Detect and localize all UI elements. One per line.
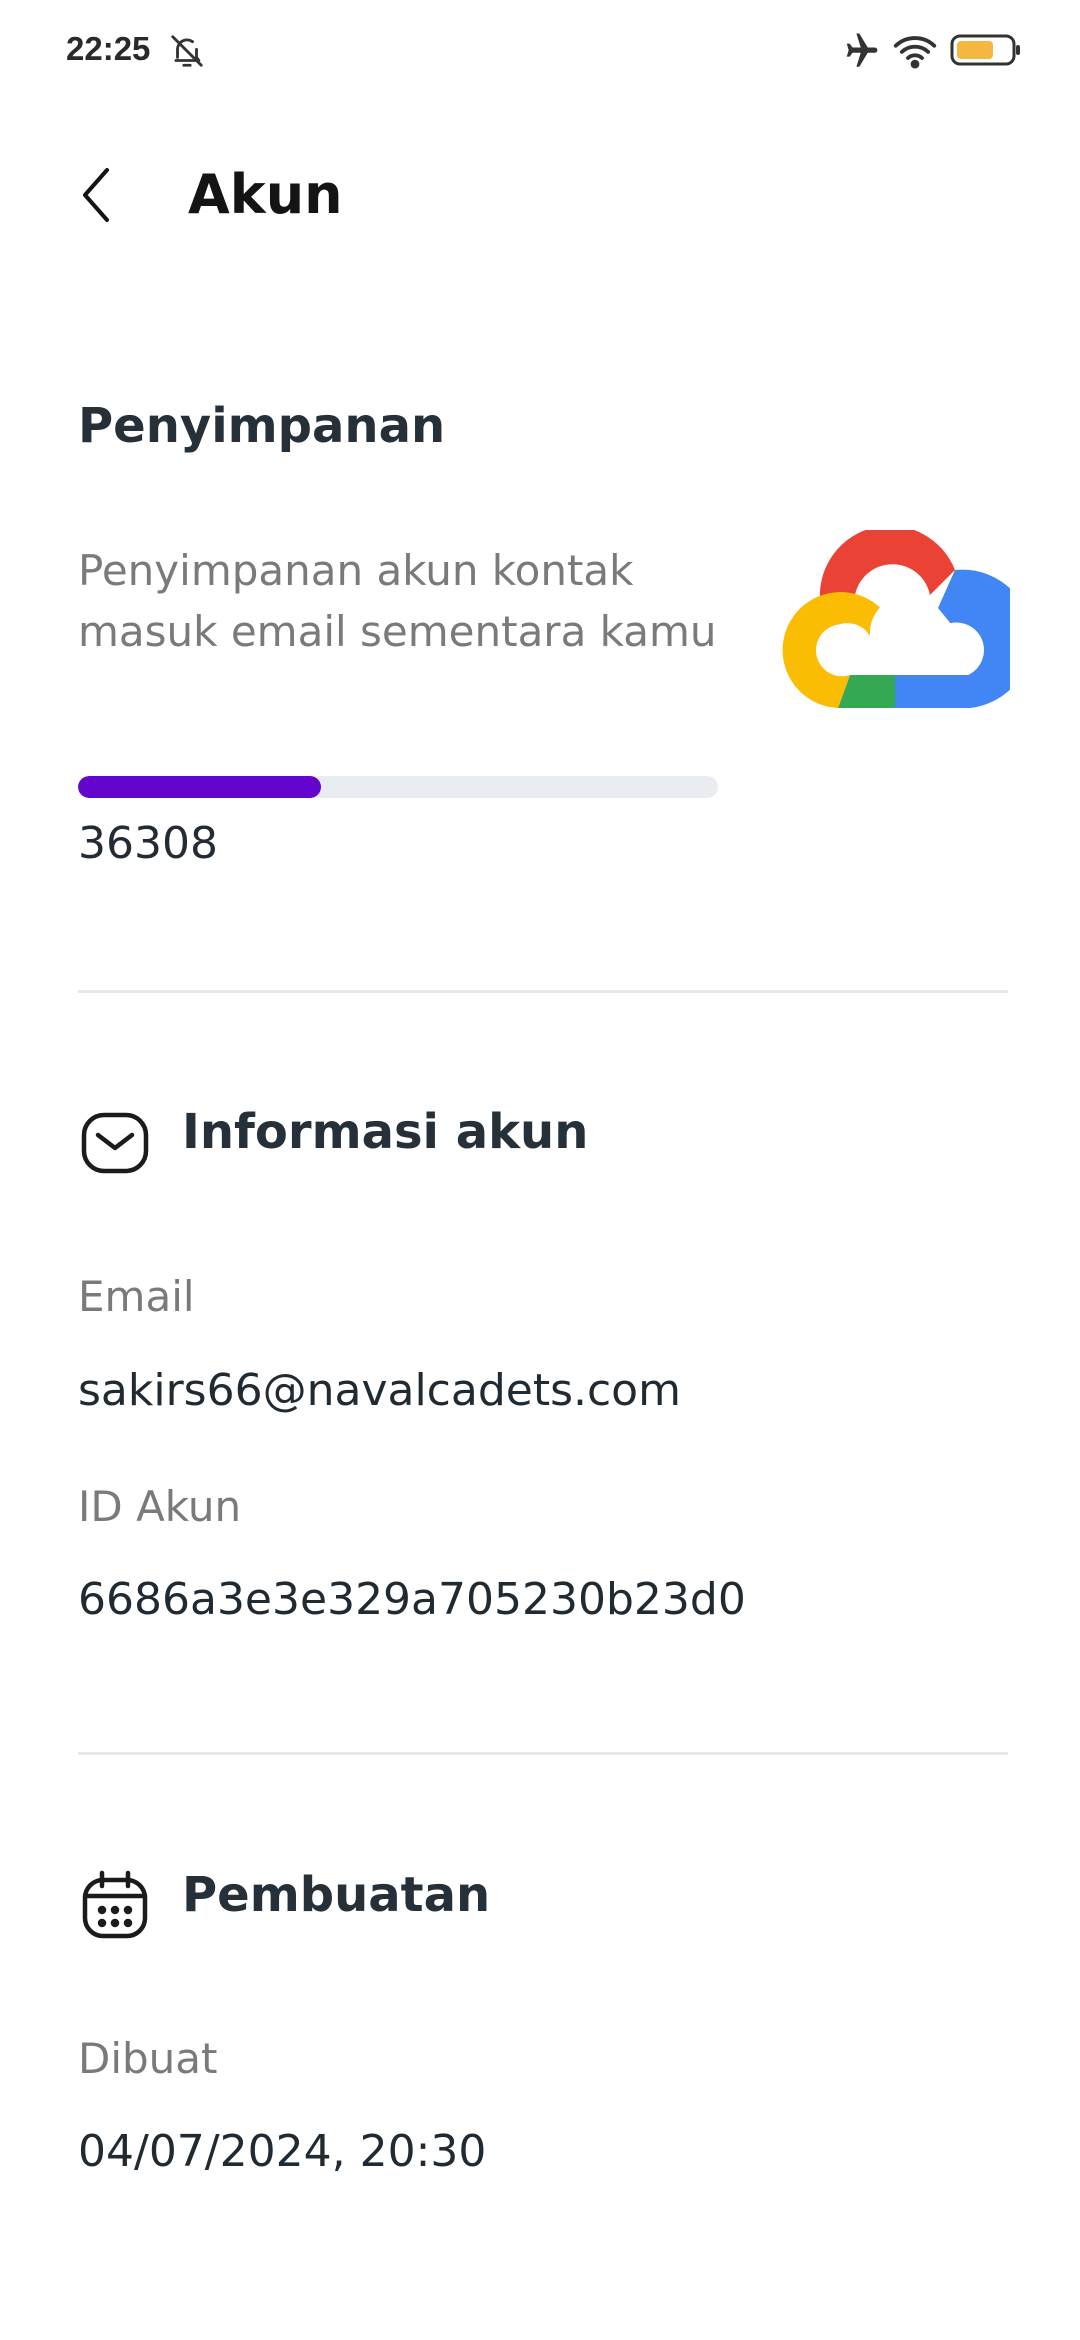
account-id-value[interactable]: 6686a3e3e329a705230b23d0 [78, 1574, 746, 1625]
calendar-icon [82, 1870, 148, 1939]
account-info-title: Informasi akun [182, 1104, 589, 1160]
storage-progress-bar [78, 776, 718, 798]
battery-icon [950, 34, 1020, 66]
storage-section-title: Penyimpanan [78, 398, 446, 454]
wifi-icon [893, 36, 937, 69]
bell-off-icon [171, 35, 203, 67]
envelope-icon [81, 1112, 149, 1174]
airplane-icon [846, 33, 878, 67]
divider [78, 990, 1008, 993]
storage-description: Penyimpanan akun kontak masuk email seme… [78, 546, 717, 656]
google-cloud-logo [782, 530, 1010, 708]
created-label: Dibuat [78, 2034, 218, 2083]
storage-progress-fill [78, 776, 322, 798]
page-title: Akun [188, 163, 343, 226]
chevron-left-icon [83, 168, 109, 222]
status-time: 22:25 [66, 30, 151, 67]
email-label: Email [78, 1272, 195, 1321]
divider [78, 1752, 1008, 1755]
storage-count: 36308 [78, 818, 218, 869]
account-id-label: ID Akun [78, 1482, 242, 1531]
back-button[interactable] [66, 160, 126, 230]
created-value: 04/07/2024, 20:30 [78, 2126, 487, 2177]
creation-title: Pembuatan [182, 1867, 491, 1923]
status-bar: 22:25 [0, 0, 1080, 100]
email-value[interactable]: sakirs66@navalcadets.com [78, 1365, 681, 1416]
